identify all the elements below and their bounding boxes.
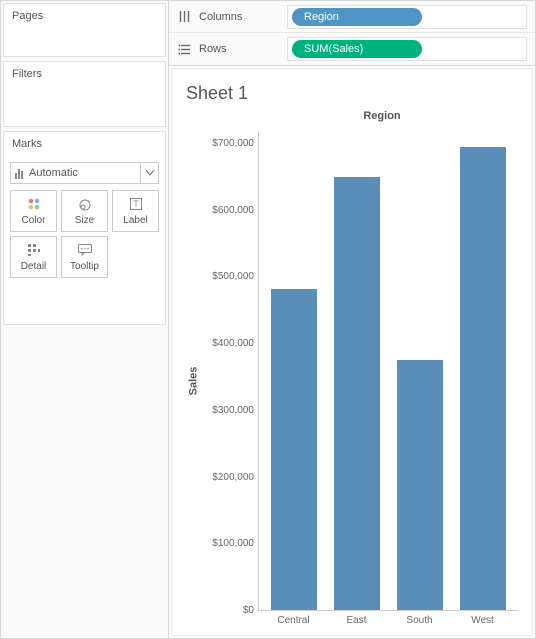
bars-wrap: Central East South West	[258, 132, 518, 629]
rows-label: Rows	[199, 43, 279, 55]
marks-size-label: Size	[75, 215, 94, 226]
columns-pill-region[interactable]: Region	[292, 8, 422, 26]
y-axis-ticks: $700,000 $600,000 $500,000 $400,000 $300…	[200, 132, 258, 629]
rows-pill-sales[interactable]: SUM(Sales)	[292, 40, 422, 58]
chevron-down-icon	[140, 163, 158, 183]
rows-icon	[177, 42, 191, 56]
pages-panel: Pages	[3, 3, 166, 57]
y-axis-label-wrap: Sales	[186, 132, 200, 629]
marks-label-button[interactable]: T Label	[112, 190, 159, 232]
columns-icon	[177, 10, 191, 24]
bar-south[interactable]	[397, 360, 443, 610]
viz-canvas: Sheet 1 Region Sales $700,000 $600,000 $…	[171, 68, 533, 636]
rows-pill-area[interactable]: SUM(Sales)	[287, 37, 527, 61]
marks-header: Marks	[4, 132, 165, 156]
y-tick: $500,000	[200, 271, 254, 283]
marks-tooltip-button[interactable]: Tooltip	[61, 236, 108, 278]
x-tick: South	[397, 615, 443, 629]
color-icon	[27, 196, 41, 212]
marks-color-button[interactable]: Color	[10, 190, 57, 232]
marks-label-label: Label	[123, 215, 147, 226]
y-tick: $400,000	[200, 338, 254, 350]
shelves: Columns Region Rows SUM(Sales)	[169, 1, 535, 66]
sheet-title[interactable]: Sheet 1	[186, 83, 518, 104]
columns-label: Columns	[199, 11, 279, 23]
bars-area[interactable]	[258, 132, 518, 611]
y-tick: $0	[200, 605, 254, 617]
marks-detail-label: Detail	[21, 261, 47, 272]
plot-area: Sales $700,000 $600,000 $500,000 $400,00…	[186, 132, 518, 629]
svg-text:T: T	[133, 199, 139, 209]
bar-east[interactable]	[334, 177, 380, 610]
marks-panel: Marks Automatic Color	[3, 131, 166, 325]
y-tick: $100,000	[200, 538, 254, 550]
filters-dropzone[interactable]	[4, 86, 165, 126]
columns-shelf[interactable]: Columns Region	[169, 1, 535, 33]
y-tick: $700,000	[200, 138, 254, 150]
detail-icon	[27, 242, 41, 258]
bar-central[interactable]	[271, 289, 317, 610]
x-tick: Central	[271, 615, 317, 629]
marks-type-select[interactable]: Automatic	[10, 162, 159, 184]
y-axis-label: Sales	[187, 366, 199, 395]
marks-detail-button[interactable]: Detail	[10, 236, 57, 278]
tooltip-icon	[77, 242, 93, 258]
pages-dropzone[interactable]	[4, 28, 165, 56]
filters-header: Filters	[4, 62, 165, 86]
size-icon	[77, 196, 93, 212]
x-axis-ticks: Central East South West	[258, 611, 518, 629]
columns-pill-area[interactable]: Region	[287, 5, 527, 29]
filters-panel: Filters	[3, 61, 166, 127]
marks-color-label: Color	[22, 215, 46, 226]
left-sidebar: Pages Filters Marks Automatic	[1, 1, 169, 638]
column-header: Region	[186, 110, 518, 122]
marks-type-value: Automatic	[29, 167, 78, 179]
marks-tooltip-label: Tooltip	[70, 261, 99, 272]
marks-size-button[interactable]: Size	[61, 190, 108, 232]
label-icon: T	[129, 196, 143, 212]
main-area: Columns Region Rows SUM(Sales) Sheet 1 R…	[169, 1, 535, 638]
sidebar-spacer	[1, 327, 168, 638]
marks-grid: Color Size T Label	[10, 190, 159, 278]
y-tick: $300,000	[200, 405, 254, 417]
y-tick: $600,000	[200, 205, 254, 217]
bar-chart-icon	[15, 168, 23, 179]
rows-shelf[interactable]: Rows SUM(Sales)	[169, 33, 535, 65]
y-tick: $200,000	[200, 472, 254, 484]
marks-dropzone[interactable]	[10, 278, 159, 318]
x-tick: East	[334, 615, 380, 629]
pages-header: Pages	[4, 4, 165, 28]
app-root: Pages Filters Marks Automatic	[0, 0, 536, 639]
x-tick: West	[460, 615, 506, 629]
bar-west[interactable]	[460, 147, 506, 610]
